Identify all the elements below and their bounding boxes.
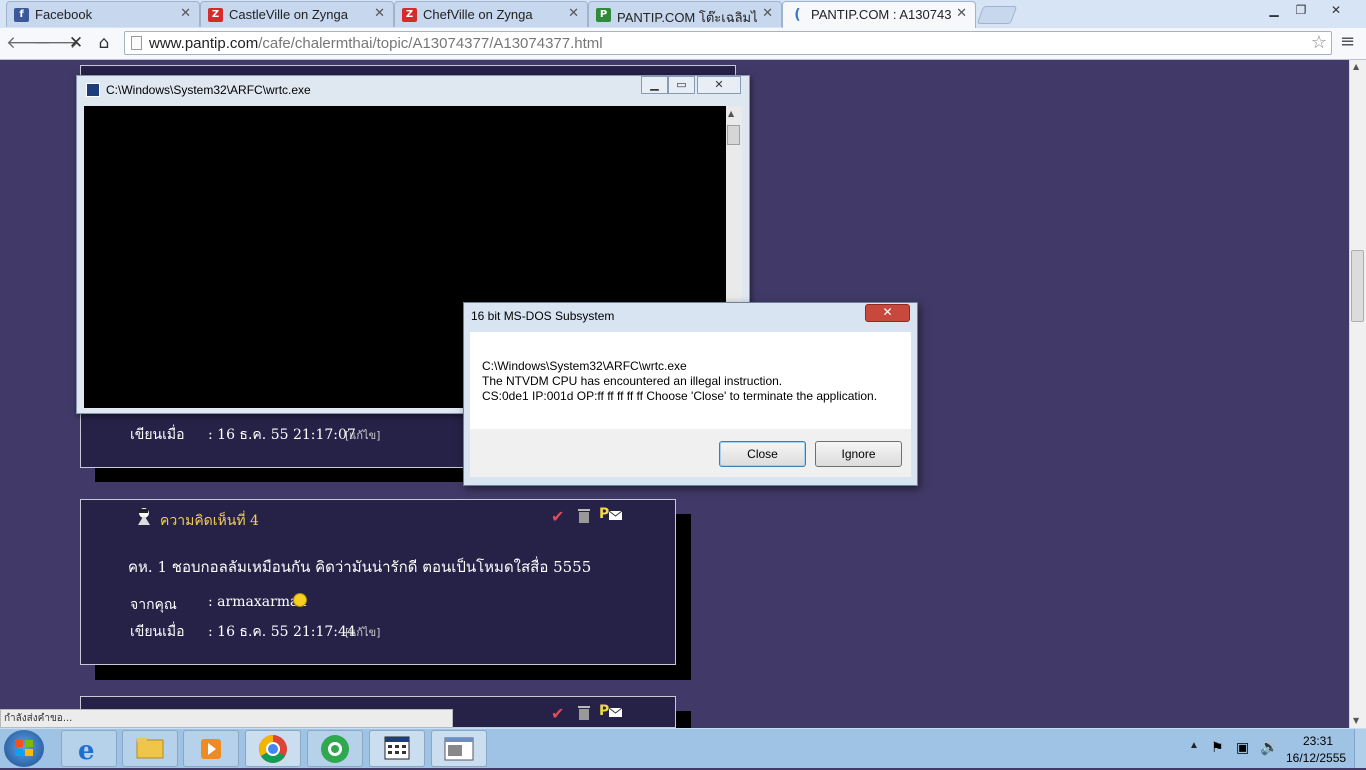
edit-link[interactable]: [แก้ไข] <box>345 426 380 444</box>
pantip-icon: P <box>596 8 611 22</box>
scroll-up-icon[interactable]: ▲ <box>728 109 734 118</box>
smiley-icon <box>293 593 307 607</box>
stop-button[interactable]: ✕ <box>64 32 88 54</box>
loading-icon: ( <box>794 7 801 23</box>
network-icon[interactable]: ▣ <box>1236 739 1249 756</box>
comment-title: ความคิดเห็นที่ 4 <box>160 513 259 529</box>
bookmark-star-icon[interactable]: ☆ <box>1311 32 1327 53</box>
line-app-icon[interactable] <box>307 730 363 767</box>
svg-text:e: e <box>78 736 95 766</box>
status-bubble: กำลังส่งคำขอ... <box>0 709 453 728</box>
console-app-icon <box>86 83 100 97</box>
tab-title: CastleVille on Zynga <box>229 7 348 22</box>
tab-pantip-topic[interactable]: ( PANTIP.COM : A13074377 ✕ <box>782 1 976 29</box>
action-center-flag-icon[interactable]: ⚑ <box>1211 739 1224 756</box>
minimize-icon[interactable]: ▁ <box>1262 1 1286 19</box>
trash-icon[interactable] <box>577 704 591 721</box>
private-message-icon[interactable]: P <box>599 505 623 523</box>
page-scrollbar[interactable] <box>1349 60 1366 728</box>
written-value: : 16 ธ.ค. 55 21:17:07 <box>208 427 356 443</box>
ignore-button[interactable]: Ignore <box>815 441 902 467</box>
edit-link[interactable]: [แก้ไข] <box>345 623 380 641</box>
close-button[interactable]: Close <box>719 441 806 467</box>
dialog-close-icon[interactable]: ✕ <box>865 304 910 322</box>
console-title: C:\Windows\System32\ARFC\wrtc.exe <box>106 83 311 97</box>
from-label: จากคุณ <box>130 597 177 613</box>
close-tab-icon[interactable]: ✕ <box>568 6 579 21</box>
checkmark-icon[interactable]: ✔ <box>551 704 564 723</box>
start-button[interactable] <box>4 730 44 767</box>
page-scrollbar-thumb[interactable] <box>1351 250 1364 322</box>
console-taskbar-icon[interactable] <box>369 730 425 767</box>
volume-icon[interactable]: 🔊 <box>1260 738 1279 756</box>
dialog-path: C:\Windows\System32\ARFC\wrtc.exe <box>482 359 687 373</box>
forward-button[interactable]: 🡒 <box>34 32 80 54</box>
close-window-icon[interactable]: ✕ <box>1324 1 1348 19</box>
svg-text:P: P <box>599 703 609 719</box>
dialog-title: 16 bit MS-DOS Subsystem <box>471 309 615 323</box>
console-minimize-button[interactable]: ▁ <box>641 76 668 94</box>
from-value: : armaxarmax <box>208 594 307 610</box>
zynga-icon: Z <box>402 8 417 22</box>
page-icon <box>131 36 142 50</box>
svg-text:P: P <box>599 506 609 522</box>
media-player-icon[interactable] <box>183 730 239 767</box>
trash-icon[interactable] <box>577 507 591 524</box>
user-avatar-icon <box>136 507 152 525</box>
close-tab-icon[interactable]: ✕ <box>762 6 773 21</box>
facebook-icon: f <box>14 8 29 22</box>
new-tab-button[interactable] <box>976 6 1018 24</box>
checkmark-icon[interactable]: ✔ <box>551 507 564 526</box>
tab-chefville[interactable]: Z ChefVille on Zynga ✕ <box>394 1 588 27</box>
clock-time[interactable]: 23:31 <box>1303 734 1333 748</box>
written-label: เขียนเมื่อ <box>130 427 185 443</box>
chrome-icon[interactable] <box>245 730 301 767</box>
show-desktop-button[interactable] <box>1354 729 1366 768</box>
tab-title: ChefVille on Zynga <box>423 7 533 22</box>
tab-title: PANTIP.COM โต๊ะเฉลิมไทย <box>617 10 757 25</box>
restore-icon[interactable]: ❐ <box>1289 1 1313 19</box>
close-tab-icon[interactable]: ✕ <box>180 6 191 21</box>
scroll-down-icon[interactable]: ▼ <box>1353 716 1359 725</box>
tab-title: Facebook <box>35 7 93 22</box>
written-label: เขียนเมื่อ <box>130 624 185 640</box>
url-text: www.pantip.com/cafe/chalermthai/topic/A1… <box>149 35 603 52</box>
scroll-up-icon[interactable]: ▲ <box>1353 62 1359 71</box>
home-button[interactable]: ⌂ <box>92 32 116 54</box>
tab-castleville[interactable]: Z CastleVille on Zynga ✕ <box>200 1 394 27</box>
dialog-message: The NTVDM CPU has encountered an illegal… <box>482 374 783 388</box>
clock-date[interactable]: 16/12/2555 <box>1286 751 1346 765</box>
show-hidden-icons[interactable]: ▲ <box>1189 740 1199 751</box>
zynga-icon: Z <box>208 8 223 22</box>
error-dialog-taskbar-icon[interactable] <box>431 730 487 767</box>
internet-explorer-icon[interactable]: e <box>61 730 117 767</box>
tab-facebook[interactable]: f Facebook ✕ <box>6 1 200 27</box>
console-maximize-button[interactable]: ▭ <box>668 76 695 94</box>
console-close-button[interactable]: ✕ <box>697 76 741 94</box>
private-message-icon[interactable]: P <box>599 702 623 720</box>
console-scrollbar-thumb[interactable] <box>727 125 740 145</box>
back-button[interactable]: 🡐 <box>6 32 52 54</box>
close-tab-icon[interactable]: ✕ <box>956 6 967 21</box>
file-explorer-icon[interactable] <box>122 730 178 767</box>
comment-body: คห. 1 ชอบกอลลัมเหมือนกัน คิดว่ามันน่ารัก… <box>128 558 592 576</box>
tab-title: PANTIP.COM : A13074377 <box>811 7 951 22</box>
tab-pantip-cafe[interactable]: P PANTIP.COM โต๊ะเฉลิมไทย ✕ <box>588 1 782 27</box>
close-tab-icon[interactable]: ✕ <box>374 6 385 21</box>
written-value: : 16 ธ.ค. 55 21:17:44 <box>208 624 356 640</box>
address-bar[interactable]: www.pantip.com/cafe/chalermthai/topic/A1… <box>124 31 1332 55</box>
menu-icon[interactable]: ≡ <box>1340 31 1355 52</box>
dialog-detail: CS:0de1 IP:001d OP:ff ff ff ff ff Choose… <box>482 389 878 403</box>
